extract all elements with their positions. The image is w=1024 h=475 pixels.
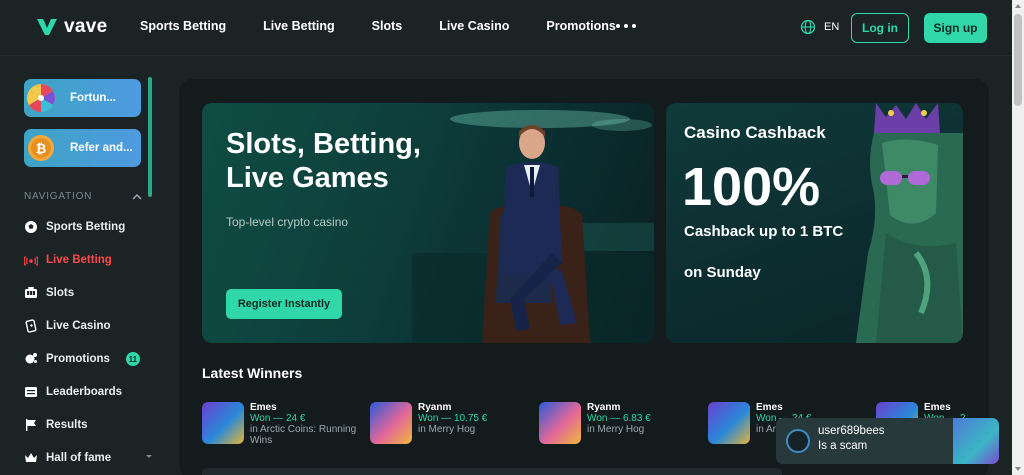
- promo-card-refer[interactable]: ₿ Refer and...: [24, 129, 141, 167]
- winner-name: Ryanm: [418, 402, 452, 413]
- toast-message: Is a scam: [818, 440, 868, 452]
- toast-username: user689bees: [818, 425, 885, 437]
- language-code: EN: [824, 21, 840, 33]
- toast-thumbnail: [953, 418, 999, 464]
- nav-slots[interactable]: Slots: [372, 19, 403, 33]
- sidebar-item-live-casino[interactable]: Live Casino: [24, 319, 111, 333]
- register-instantly-button[interactable]: Register Instantly: [226, 289, 342, 319]
- nav-promotions[interactable]: Promotions: [546, 19, 615, 33]
- top-header: vave Sports Betting Live Betting Slots L…: [0, 0, 1012, 56]
- scroll-down-arrow-icon[interactable]: [1015, 467, 1021, 471]
- live-signal-icon: [24, 256, 38, 266]
- promo-card-label: Fortun...: [70, 92, 116, 104]
- login-button[interactable]: Log in: [851, 13, 909, 43]
- brand-logo[interactable]: vave: [36, 16, 107, 38]
- promotions-icon: [25, 353, 37, 364]
- playing-card-icon: [25, 319, 37, 333]
- nav-sports-betting[interactable]: Sports Betting: [140, 19, 226, 33]
- sidebar-item-label: Live Betting: [46, 254, 112, 266]
- language-selector[interactable]: EN: [800, 19, 839, 35]
- winner-amount: Won — 10.75 €: [418, 413, 488, 424]
- cashback-percent: 100%: [682, 157, 821, 217]
- winner-name: Emes: [756, 402, 783, 413]
- winner-name: Ryanm: [587, 402, 621, 413]
- avatar: [786, 429, 810, 453]
- winner-name: Emes: [924, 402, 951, 413]
- cashback-line-2: on Sunday: [684, 264, 761, 281]
- winner-name: Emes: [250, 402, 277, 413]
- cashback-banner[interactable]: Casino Cashback 100% Cashback up to 1 BT…: [666, 103, 963, 343]
- sidebar-item-leaderboards[interactable]: Leaderboards: [24, 385, 122, 399]
- winner-card[interactable]: Emes Won — 24 € in Arctic Coins: Running…: [202, 402, 367, 446]
- page-scrollbar[interactable]: [1012, 0, 1024, 475]
- top-nav: Sports Betting Live Betting Slots Live C…: [140, 19, 653, 33]
- soccer-ball-icon: [25, 221, 37, 233]
- crown-icon: [25, 453, 37, 462]
- more-dots-icon[interactable]: [616, 24, 636, 28]
- hero-subtitle: Top-level crypto casino: [226, 215, 349, 229]
- hero-banner[interactable]: Slots, Betting, Live Games Top-level cry…: [202, 103, 654, 343]
- sidebar-item-label: Leaderboards: [46, 386, 123, 398]
- signup-button[interactable]: Sign up: [924, 13, 987, 43]
- sidebar-item-label: Slots: [46, 287, 75, 299]
- chevron-down-icon[interactable]: [146, 455, 152, 458]
- sidebar-item-live-betting[interactable]: Live Betting: [24, 253, 112, 267]
- sidebar-item-label: Live Casino: [46, 320, 111, 332]
- sidebar-item-label: Hall of fame: [46, 452, 112, 464]
- bitcoin-coin-icon: ₿: [28, 135, 54, 161]
- next-section-edge: [202, 468, 782, 475]
- leaderboard-icon: [25, 387, 37, 397]
- navigation-heading[interactable]: NAVIGATION: [24, 191, 142, 202]
- winner-amount: Won — 6.83 €: [587, 413, 651, 424]
- winner-game: in Merry Hog: [587, 424, 645, 435]
- slot-machine-icon: [25, 287, 37, 298]
- chat-toast[interactable]: user689bees Is a scam: [776, 418, 999, 464]
- promo-card-fortune[interactable]: Fortun...: [24, 79, 141, 117]
- nav-live-casino[interactable]: Live Casino: [439, 19, 509, 33]
- winner-amount: Won — 24 €: [250, 413, 306, 424]
- globe-icon: [800, 19, 816, 35]
- sidebar-scrollbar[interactable]: [148, 77, 152, 197]
- brand-name: vave: [64, 16, 108, 37]
- sidebar-item-sports-betting[interactable]: Sports Betting: [24, 220, 125, 234]
- winner-game: in Arctic Coins: Running Wins: [250, 424, 357, 446]
- fortune-wheel-icon: [27, 84, 55, 112]
- svg-text:₿: ₿: [36, 142, 47, 157]
- navigation-heading-label: NAVIGATION: [24, 191, 93, 202]
- chevron-up-icon[interactable]: [132, 192, 142, 202]
- sidebar-item-label: Results: [46, 419, 88, 431]
- promo-card-label: Refer and...: [70, 142, 133, 154]
- promotions-count-badge: 11: [125, 352, 140, 366]
- sidebar-item-promotions[interactable]: Promotions 11: [24, 352, 140, 366]
- sidebar-item-slots[interactable]: Slots: [24, 286, 74, 300]
- latest-winners-title: Latest Winners: [202, 365, 303, 381]
- game-thumbnail-merry-hog: [539, 402, 581, 444]
- game-thumbnail-merry-hog: [370, 402, 412, 444]
- sidebar-item-results[interactable]: Results: [24, 418, 88, 432]
- winner-game: in Merry Hog: [418, 424, 476, 435]
- scrollbar-thumb[interactable]: [1014, 14, 1022, 106]
- flag-icon: [26, 419, 36, 431]
- game-thumbnail-arctic-coins: [708, 402, 750, 444]
- sidebar-item-hall-of-fame[interactable]: Hall of fame: [24, 451, 111, 465]
- winner-card[interactable]: Ryanm Won — 10.75 € in Merry Hog: [370, 402, 535, 446]
- sidebar-item-label: Promotions: [46, 353, 110, 365]
- vave-logo-icon: [37, 19, 57, 35]
- sidebar-item-label: Sports Betting: [46, 221, 126, 233]
- nav-live-betting[interactable]: Live Betting: [263, 19, 335, 33]
- hero-title: Slots, Betting, Live Games: [226, 128, 421, 194]
- sidebar: Fortun... ₿ Refer and... NAVIGATION Spor…: [0, 57, 162, 475]
- scroll-up-arrow-icon[interactable]: [1015, 4, 1021, 8]
- cashback-line-1: Cashback up to 1 BTC: [684, 223, 844, 240]
- game-thumbnail-arctic-coins: [202, 402, 244, 444]
- cashback-title: Casino Cashback: [684, 123, 826, 142]
- winner-card[interactable]: Ryanm Won — 6.83 € in Merry Hog: [539, 402, 704, 446]
